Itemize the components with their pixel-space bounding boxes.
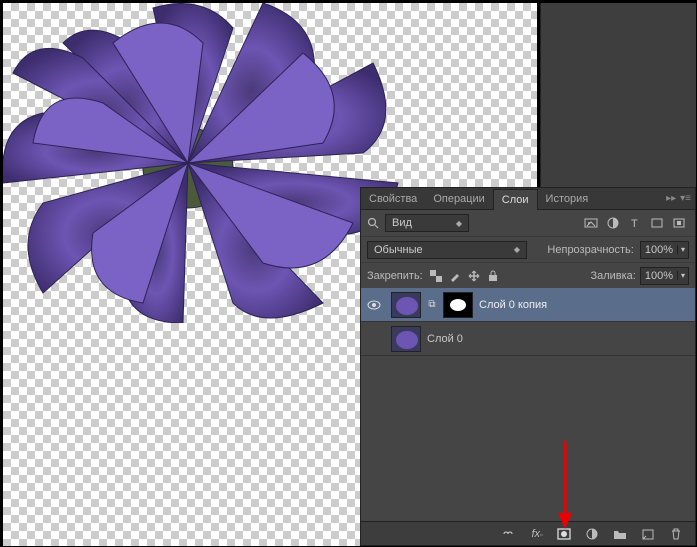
layer-filter-row: Вид◆ T bbox=[361, 210, 695, 236]
fx-icon[interactable]: fx▫ bbox=[529, 528, 545, 540]
group-icon[interactable] bbox=[613, 528, 629, 540]
add-mask-icon[interactable] bbox=[557, 528, 573, 540]
layer-row[interactable]: ⧉ Слой 0 копия bbox=[361, 288, 695, 322]
filter-pixel-icon[interactable] bbox=[581, 214, 601, 232]
fill-label: Заливка: bbox=[590, 270, 635, 282]
tab-history[interactable]: История bbox=[538, 189, 597, 209]
collapse-icon[interactable]: ▸▸ bbox=[666, 193, 676, 204]
filter-adjust-icon[interactable] bbox=[603, 214, 623, 232]
blend-row: Обычные◆ Непрозрачность: 100%▾ bbox=[361, 236, 695, 262]
layer-row[interactable]: Слой 0 bbox=[361, 322, 695, 356]
link-layers-icon[interactable] bbox=[501, 528, 517, 540]
panel-menu-icon[interactable]: ▾≡ bbox=[680, 193, 691, 204]
layers-bottom-toolbar: fx▫ bbox=[361, 521, 695, 545]
layer-thumbnail[interactable] bbox=[391, 326, 421, 352]
layers-panel: Свойства Операции Слои История ▸▸ ▾≡ Вид… bbox=[360, 187, 696, 546]
layer-mask-thumbnail[interactable] bbox=[443, 292, 473, 318]
blend-mode-select[interactable]: Обычные◆ bbox=[367, 241, 527, 259]
adjustment-layer-icon[interactable] bbox=[585, 528, 601, 540]
panel-tabs: Свойства Операции Слои История ▸▸ ▾≡ bbox=[361, 188, 695, 210]
filter-type-icon[interactable]: T bbox=[625, 214, 645, 232]
filter-type-select[interactable]: Вид◆ bbox=[385, 214, 469, 232]
opacity-label: Непрозрачность: bbox=[547, 244, 633, 256]
tab-properties[interactable]: Свойства bbox=[361, 189, 425, 209]
lock-all-icon[interactable] bbox=[484, 268, 502, 284]
side-panel-empty bbox=[540, 3, 696, 187]
mask-link-icon[interactable]: ⧉ bbox=[427, 299, 437, 310]
filter-shape-icon[interactable] bbox=[647, 214, 667, 232]
new-layer-icon[interactable] bbox=[641, 528, 657, 540]
search-icon bbox=[367, 217, 379, 229]
visibility-toggle[interactable] bbox=[367, 300, 385, 310]
tab-actions[interactable]: Операции bbox=[425, 189, 492, 209]
layer-name[interactable]: Слой 0 копия bbox=[479, 299, 547, 311]
svg-text:T: T bbox=[631, 218, 638, 229]
lock-position-icon[interactable] bbox=[465, 268, 483, 284]
tab-layers[interactable]: Слои bbox=[493, 189, 538, 210]
layer-thumbnail[interactable] bbox=[391, 292, 421, 318]
fill-input[interactable]: 100%▾ bbox=[640, 267, 689, 285]
delete-layer-icon[interactable] bbox=[669, 528, 685, 540]
lock-row: Закрепить: Заливка: 100%▾ bbox=[361, 262, 695, 288]
filter-smart-icon[interactable] bbox=[669, 214, 689, 232]
layer-name[interactable]: Слой 0 bbox=[427, 333, 463, 345]
layers-list: ⧉ Слой 0 копия Слой 0 bbox=[361, 288, 695, 356]
lock-transparency-icon[interactable] bbox=[427, 268, 445, 284]
opacity-input[interactable]: 100%▾ bbox=[640, 241, 689, 259]
canvas-image-flower bbox=[3, 3, 403, 323]
lock-label: Закрепить: bbox=[367, 270, 423, 282]
lock-pixels-icon[interactable] bbox=[446, 268, 464, 284]
